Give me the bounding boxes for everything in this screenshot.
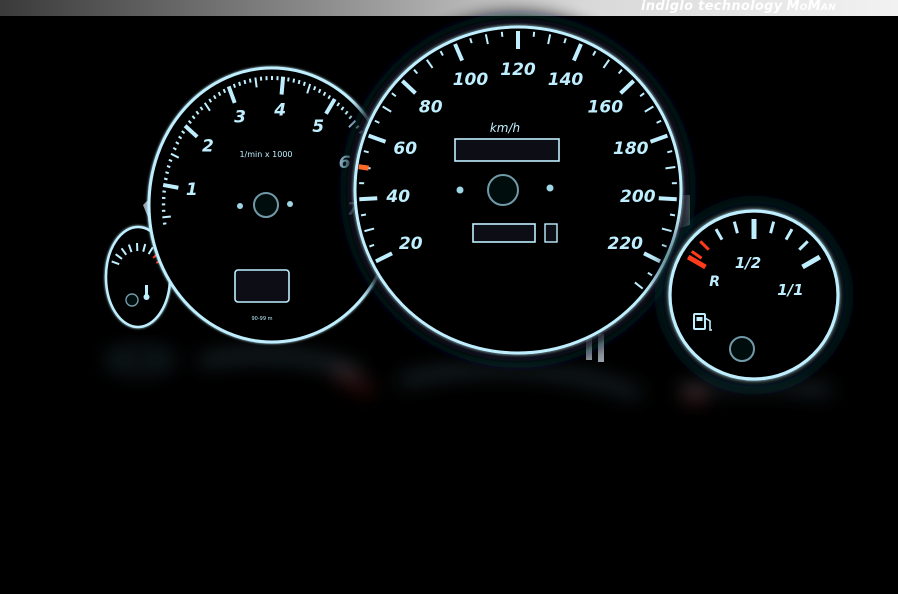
rpm-label-2: 2 xyxy=(202,137,214,157)
speed-major-tick xyxy=(658,196,677,202)
odometer-window xyxy=(454,138,560,162)
rpm-minor-tick xyxy=(232,83,236,89)
instrument-cluster: 12345671/min x 100090-99 m 2040608010012… xyxy=(0,19,898,594)
speed-label-160: 160 xyxy=(588,98,624,118)
rpm-indicator-dot-right xyxy=(287,201,293,207)
speed-minor-tick xyxy=(360,213,367,217)
rpm-minor-tick xyxy=(317,88,322,94)
speed-minor-tick xyxy=(363,150,369,154)
speed-label-100: 100 xyxy=(453,70,489,90)
rpm-label-5: 5 xyxy=(312,117,324,137)
speed-label-140: 140 xyxy=(548,70,584,90)
tachometer-needle-hub xyxy=(253,192,279,218)
speed-marker xyxy=(358,164,369,171)
rpm-minor-tick xyxy=(287,77,290,82)
fuel-needle-hub xyxy=(729,336,755,362)
rpm-major-tick xyxy=(279,76,286,95)
rpm-label-4: 4 xyxy=(273,100,286,120)
rpm-major-tick xyxy=(162,182,179,190)
rpm-minor-tick xyxy=(162,222,167,225)
speed-label-60: 60 xyxy=(393,139,417,159)
rpm-minor-tick xyxy=(165,171,170,175)
temp-needle-hub xyxy=(125,293,139,307)
rpm-minor-tick xyxy=(254,77,258,88)
speedometer: 20 40 60 80 100 120 140160 180 200 220 km/h xyxy=(347,19,689,361)
rpm-indicator-dot-left xyxy=(237,203,243,209)
clock-window xyxy=(234,269,290,303)
speed-minor-tick xyxy=(532,31,536,37)
rpm-minor-tick xyxy=(222,88,227,94)
rpm-minor-tick xyxy=(297,79,301,85)
speed-label-180: 180 xyxy=(613,139,649,159)
speed-major-tick xyxy=(359,196,378,202)
rpm-minor-tick xyxy=(238,81,242,86)
speed-label-20: 20 xyxy=(399,234,423,254)
rpm-minor-tick xyxy=(166,164,171,169)
speed-label-220: 220 xyxy=(607,234,643,254)
rpm-minor-tick xyxy=(168,158,173,163)
rpm-minor-tick xyxy=(313,86,317,91)
speed-indicator-dot-left xyxy=(456,186,464,194)
speed-indicator-dot-right xyxy=(546,184,554,192)
rpm-minor-tick xyxy=(162,215,171,219)
rpm-minor-tick xyxy=(302,81,306,86)
floor-shadow xyxy=(0,360,898,594)
thermometer-icon xyxy=(145,285,148,295)
fuel-gauge: R 1/2 1/1 xyxy=(664,205,844,385)
speedometer-needle-hub xyxy=(487,174,519,206)
fuel-full-label: 1/1 xyxy=(777,281,803,299)
speed-minor-tick xyxy=(500,31,504,37)
fuel-reserve-label: R xyxy=(709,274,720,290)
thermometer-bulb xyxy=(143,294,150,300)
rpm-minor-tick xyxy=(248,78,252,83)
speed-label-80: 80 xyxy=(419,98,443,118)
speed-label-120: 120 xyxy=(500,60,536,80)
rpm-unit-label: 1/min x 1000 xyxy=(239,150,292,159)
speed-minor-tick xyxy=(667,150,673,154)
fuel-half-label: 1/2 xyxy=(735,254,761,272)
rpm-fine-print: 90-99 m xyxy=(252,316,273,322)
speed-unit-label: km/h xyxy=(490,121,520,135)
rpm-minor-tick xyxy=(163,177,168,181)
trip-window xyxy=(472,223,536,243)
rpm-minor-tick xyxy=(243,79,247,85)
rpm-label-3: 3 xyxy=(234,108,246,128)
speed-label-40: 40 xyxy=(385,187,410,207)
rpm-minor-tick xyxy=(292,78,296,83)
speed-minor-tick xyxy=(669,213,676,217)
trip-reset-window xyxy=(544,223,558,243)
rpm-label-1: 1 xyxy=(186,180,198,200)
speed-label-200: 200 xyxy=(620,187,656,207)
dashboard-photo: indiglo technology MoMan 1 2 3 4 5 6 1/m… xyxy=(0,0,898,594)
